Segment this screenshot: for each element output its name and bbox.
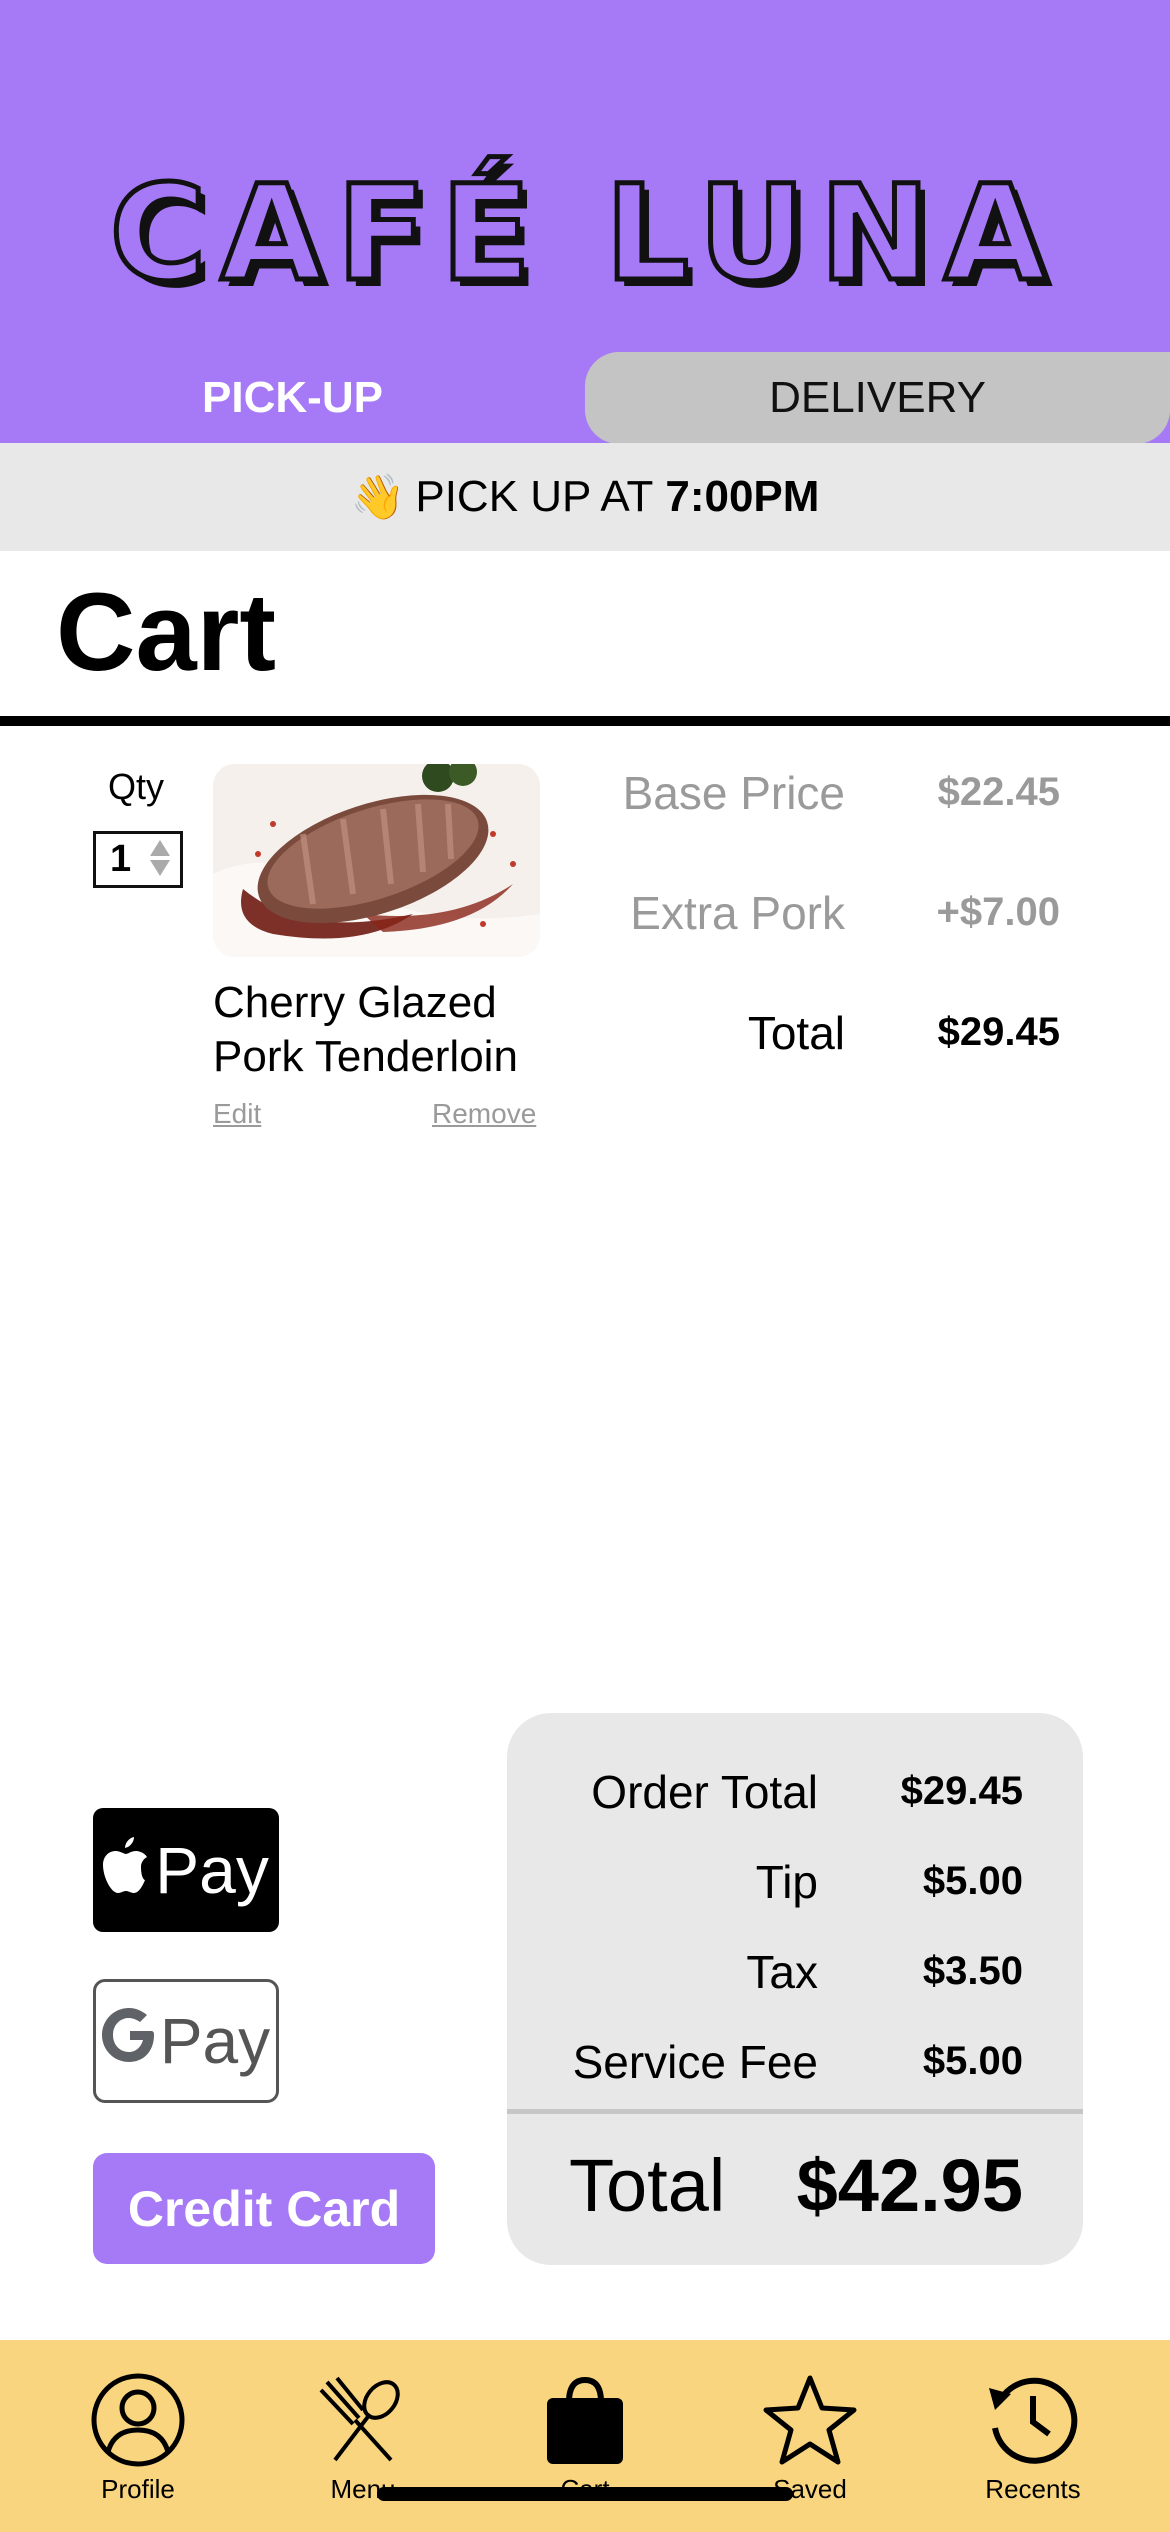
page-title: Cart [56,571,277,694]
summary-label: Tax [746,1946,818,1998]
summary-row-order-total: Order Total $29.45 [507,1765,1083,1825]
tab-delivery[interactable]: DELIVERY [585,352,1170,444]
apple-pay-button[interactable]: Pay [93,1808,279,1932]
stepper-arrows-icon[interactable] [150,840,170,876]
remove-item-link[interactable]: Remove [432,1098,536,1130]
summary-divider [507,2109,1083,2114]
summary-value: $3.50 [922,1949,1023,1993]
google-pay-label: Pay [159,2005,271,2077]
apple-logo-icon [103,1832,149,1908]
decrement-arrow-icon[interactable] [150,860,170,876]
tab-pick-up[interactable]: PICK-UP [0,352,585,444]
price-value: $22.45 [937,770,1060,814]
pickup-prefix: PICK UP AT [415,472,654,521]
star-icon [763,2375,857,2465]
nav-label: Recents [985,2474,1081,2504]
quantity-value: 1 [110,838,132,880]
price-label: Extra Pork [630,887,845,939]
cafe-luna-logo: CAFÉ LUNA [107,157,1061,311]
summary-label: Tip [755,1856,818,1908]
price-value: $29.45 [937,1010,1060,1054]
nav-item-recents[interactable]: Recents [953,2372,1113,2522]
summary-row-tax: Tax $3.50 [507,1945,1083,2005]
qty-label: Qty [108,766,165,807]
base-price-row: Base Price $22.45 [560,766,1060,826]
quantity-stepper[interactable]: 1 [93,831,183,888]
waving-hand-icon: 👋 [350,473,406,522]
item-total-row: Total $29.45 [560,1006,1060,1066]
nav-label: Profile [101,2474,175,2504]
shopping-bag-icon [547,2376,623,2464]
credit-card-button[interactable]: Credit Card [93,2153,435,2264]
history-clock-icon [989,2377,1078,2464]
edit-item-link[interactable]: Edit [213,1098,261,1130]
apple-pay-label: Pay [155,1833,269,1907]
google-pay-button[interactable]: Pay [93,1979,279,2103]
person-icon [91,2373,185,2467]
fork-knife-icon [319,2376,400,2462]
price-label: Total [747,1007,845,1059]
extra-pork-row: Extra Pork +$7.00 [560,886,1060,946]
summary-label: Order Total [591,1766,818,1818]
summary-row-tip: Tip $5.00 [507,1855,1083,1915]
item-photo [213,764,540,957]
grand-total-value: $42.95 [796,2144,1023,2227]
increment-arrow-icon[interactable] [150,840,170,856]
pickup-time: 7:00PM [665,472,820,521]
bottom-nav: Profile Menu Cart Saved Recents [0,2340,1170,2532]
item-name: Cherry Glazed Pork Tenderloin [213,978,518,1081]
summary-label: Service Fee [572,2036,818,2088]
price-value: +$7.00 [936,890,1060,934]
nav-item-profile[interactable]: Profile [58,2372,218,2522]
pickup-time-banner: 👋 PICK UP AT 7:00PM [0,443,1170,551]
summary-row-service-fee: Service Fee $5.00 [507,2035,1083,2095]
title-divider [0,716,1170,726]
grand-total-label: Total [569,2144,726,2227]
summary-value: $5.00 [922,1859,1023,1903]
summary-value: $5.00 [922,2039,1023,2083]
google-g-icon [101,2004,156,2078]
summary-value: $29.45 [900,1769,1023,1813]
home-indicator[interactable] [377,2487,793,2501]
price-label: Base Price [622,767,845,819]
order-summary-panel: Order Total $29.45 Tip $5.00 Tax $3.50 S… [507,1713,1083,2265]
